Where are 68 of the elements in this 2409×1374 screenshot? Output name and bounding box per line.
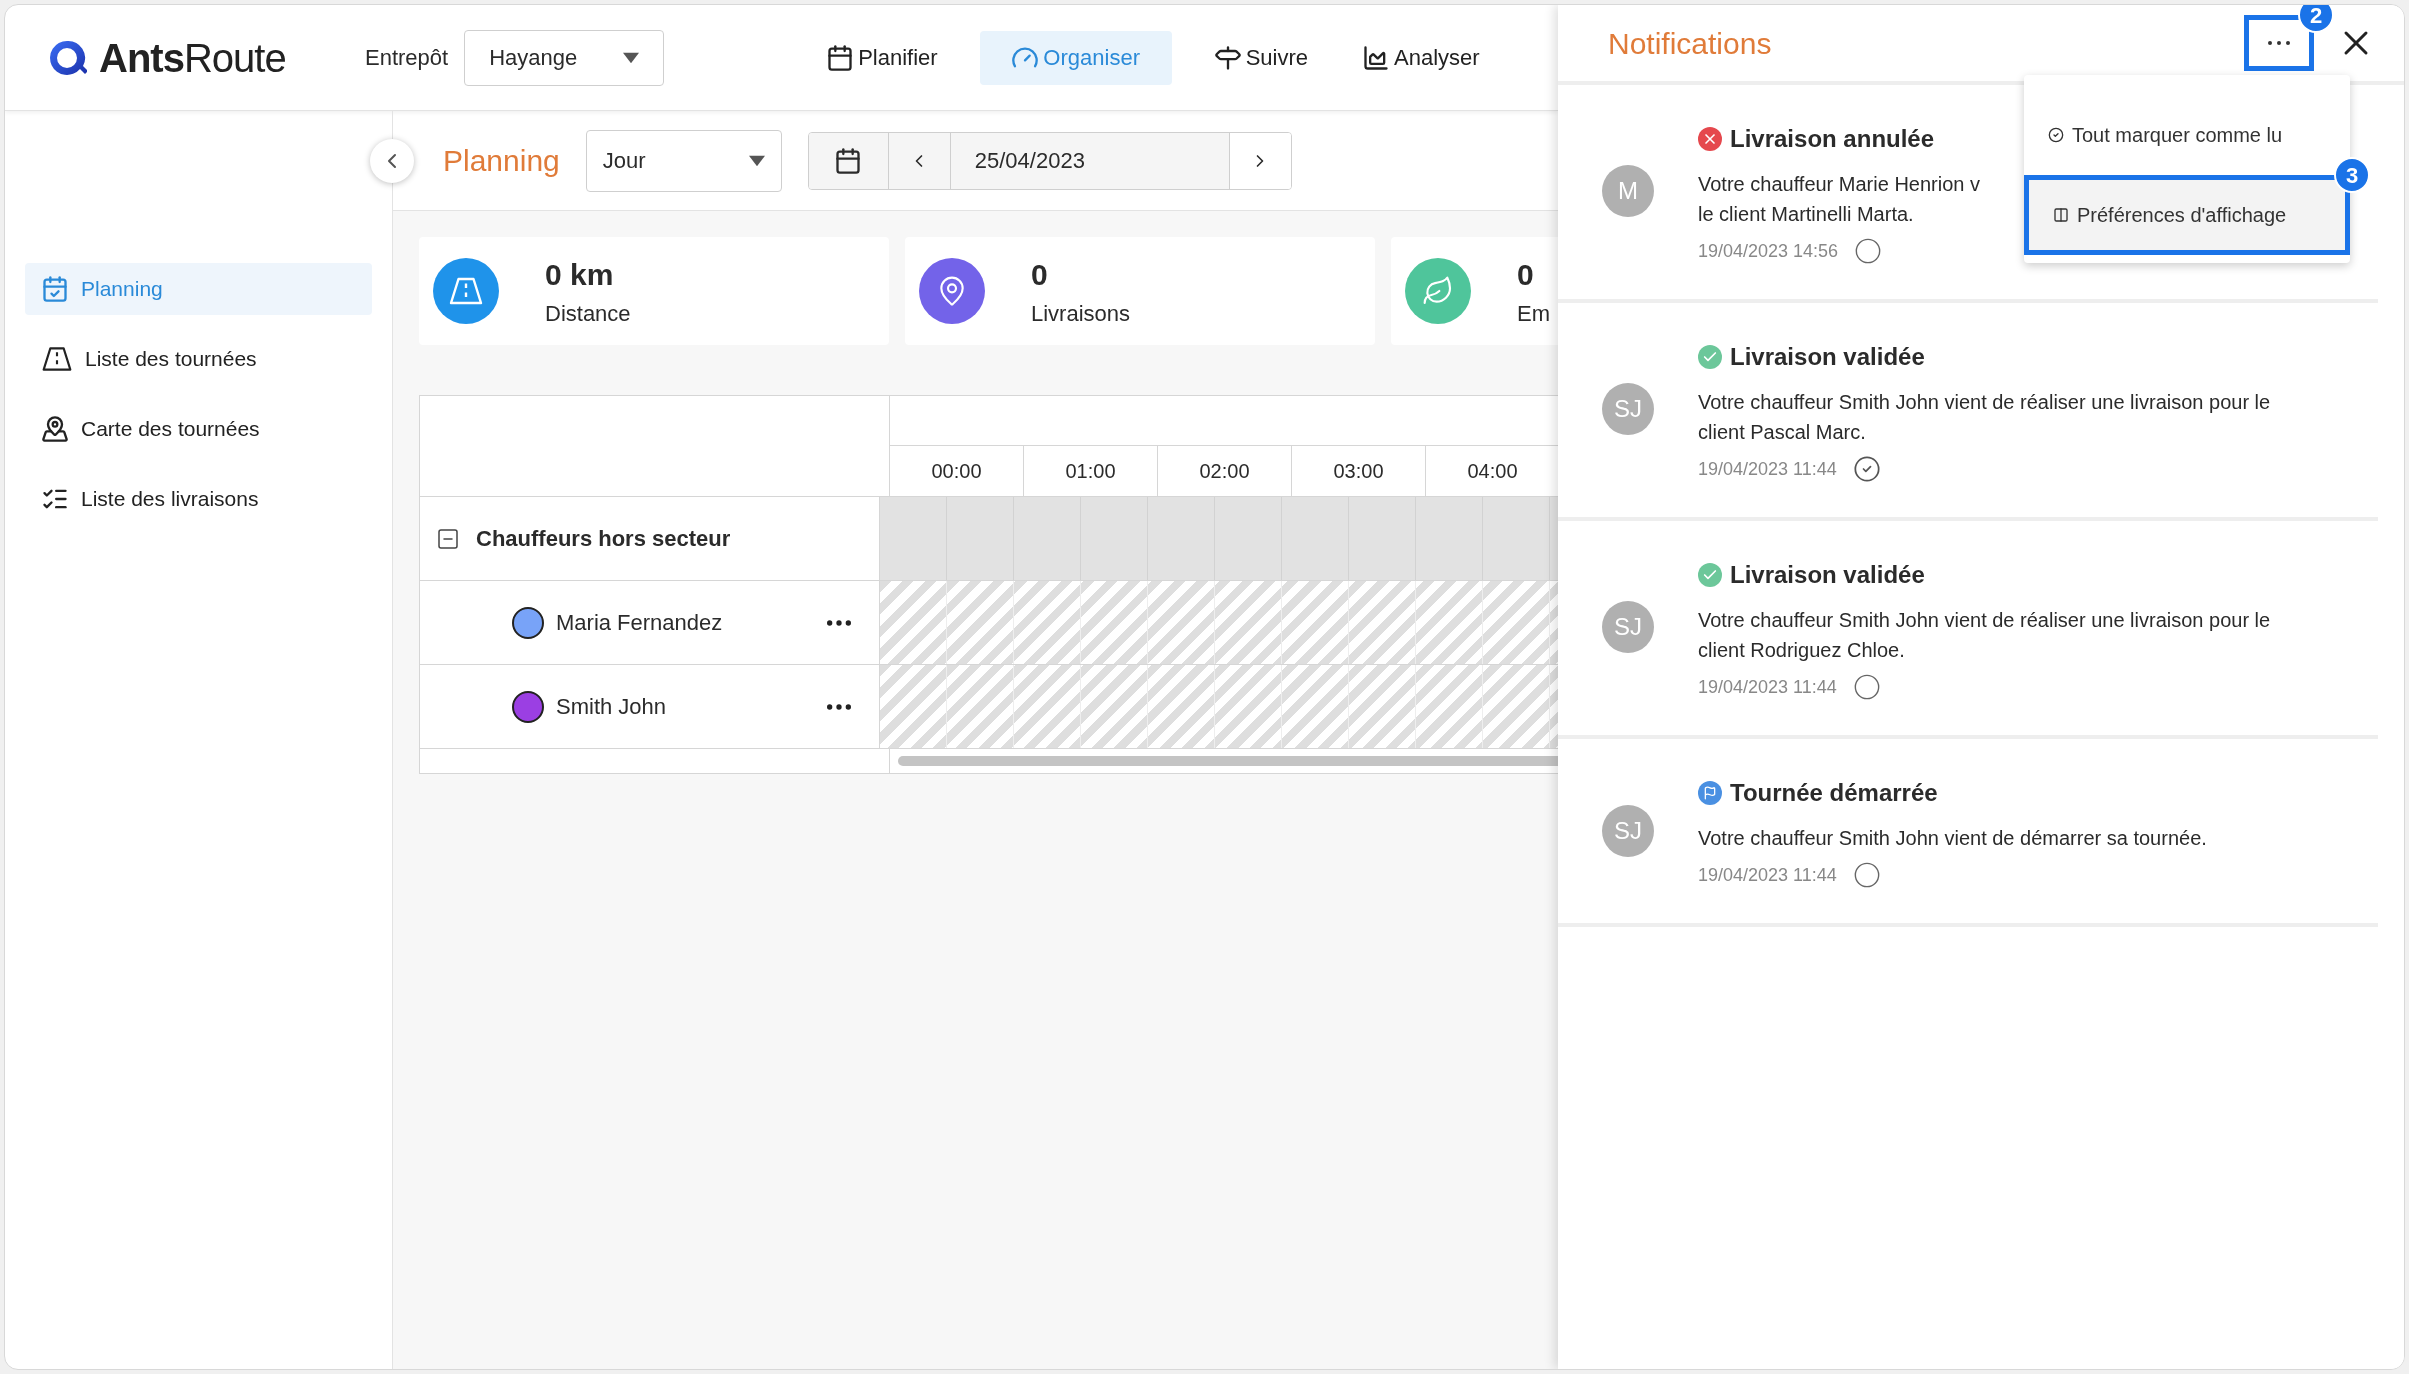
notification-message: Votre chauffeur Smith John vient de réaliser une livraison pour le — [1698, 390, 2271, 415]
stat-label: Em — [1517, 300, 1550, 328]
stat-label: Distance — [545, 300, 631, 328]
horizontal-scrollbar[interactable] — [898, 756, 1558, 766]
check-icon — [1698, 345, 1722, 369]
nav-tab[interactable]: Analyser — [1350, 30, 1492, 85]
page-title: Planning — [443, 143, 560, 179]
collapse-group-icon[interactable] — [436, 526, 460, 551]
ellipsis-icon — [2268, 41, 2290, 45]
hour-header-cell: 00:00 — [890, 446, 1024, 496]
nav-tab[interactable]: Suivre — [1201, 30, 1320, 85]
calendar-check-icon — [41, 275, 69, 303]
step-number-badge: 2 — [2298, 5, 2334, 33]
driver-name: Maria Fernandez — [556, 609, 724, 637]
map-pin-icon — [41, 415, 69, 443]
avatar: SJ — [1602, 383, 1654, 435]
notification-message: client Pascal Marc. — [1698, 420, 1867, 445]
leaf-icon — [1422, 275, 1454, 307]
signpost-icon — [1213, 43, 1242, 72]
unread-circle-icon[interactable] — [1852, 861, 1881, 889]
avatar: SJ — [1602, 805, 1654, 857]
stat-value: 0 km — [545, 257, 615, 293]
notification-time: 19/04/2023 11:44 — [1698, 457, 1837, 481]
notification-message: Votre chauffeur Smith John vient de réaliser une livraison pour le — [1698, 608, 2271, 633]
logo-text: AntsRoute — [99, 34, 286, 82]
hour-header-cell: 01:00 — [1024, 446, 1158, 496]
step-number-badge: 3 — [2334, 157, 2370, 193]
cancel-icon — [1698, 127, 1722, 151]
caret-icon — [748, 154, 765, 167]
driver-name: Smith John — [556, 693, 668, 721]
unread-circle-icon[interactable] — [1854, 237, 1883, 265]
columns-icon — [2053, 207, 2069, 223]
panel-title: Notifications — [1608, 25, 1773, 62]
sidebar-item[interactable]: Liste des tournées — [25, 333, 372, 385]
notification-title: Livraison validée — [1730, 342, 1925, 372]
notification-time: 19/04/2023 14:56 — [1698, 239, 1839, 263]
group-label: Chauffeurs hors secteur — [476, 525, 731, 553]
check-icon — [1698, 563, 1722, 587]
notification-message: le client Martinelli Marta. — [1698, 202, 1915, 227]
notification-time: 19/04/2023 11:44 — [1698, 675, 1837, 699]
read-check-icon[interactable] — [1852, 455, 1881, 483]
hour-header-cell: 02:00 — [1158, 446, 1292, 496]
check-circle-icon — [2048, 127, 2064, 143]
avatar: M — [1602, 165, 1654, 217]
caret-icon — [623, 51, 640, 64]
sidebar-item[interactable]: Carte des tournées — [25, 403, 372, 455]
warehouse-dropdown[interactable]: Hayange — [464, 29, 665, 86]
warehouse-label: Entrepôt — [365, 44, 449, 72]
unread-circle-icon[interactable] — [1852, 673, 1881, 701]
collapse-button[interactable] — [370, 139, 414, 183]
notification-title: Livraison validée — [1730, 560, 1925, 590]
view-dropdown[interactable]: Jour — [585, 129, 782, 192]
notification-message: Votre chauffeur Marie Henrion v — [1698, 172, 1980, 197]
notification-title: Livraison annulée — [1730, 124, 1935, 154]
notification-message: Votre chauffeur Smith John vient de démarrer sa tournée. — [1698, 826, 2207, 851]
area-chart-icon — [1362, 43, 1390, 72]
stat-value: 0 — [1031, 257, 1049, 293]
sidebar-item[interactable]: Liste des livraisons — [25, 473, 372, 525]
hour-header-cell: 03:00 — [1292, 446, 1426, 496]
notification-message: client Rodriguez Chloe. — [1698, 638, 1906, 663]
stat-label: Livraisons — [1031, 300, 1131, 328]
flag-icon — [1698, 781, 1722, 805]
avatar: SJ — [1602, 601, 1654, 653]
calendar-icon — [826, 43, 855, 72]
stat-value: 0 — [1517, 257, 1535, 293]
notification-title: Tournée démarrée — [1730, 778, 1938, 808]
notification-time: 19/04/2023 11:44 — [1698, 863, 1837, 887]
nav-tab[interactable]: Planifier — [814, 30, 950, 85]
